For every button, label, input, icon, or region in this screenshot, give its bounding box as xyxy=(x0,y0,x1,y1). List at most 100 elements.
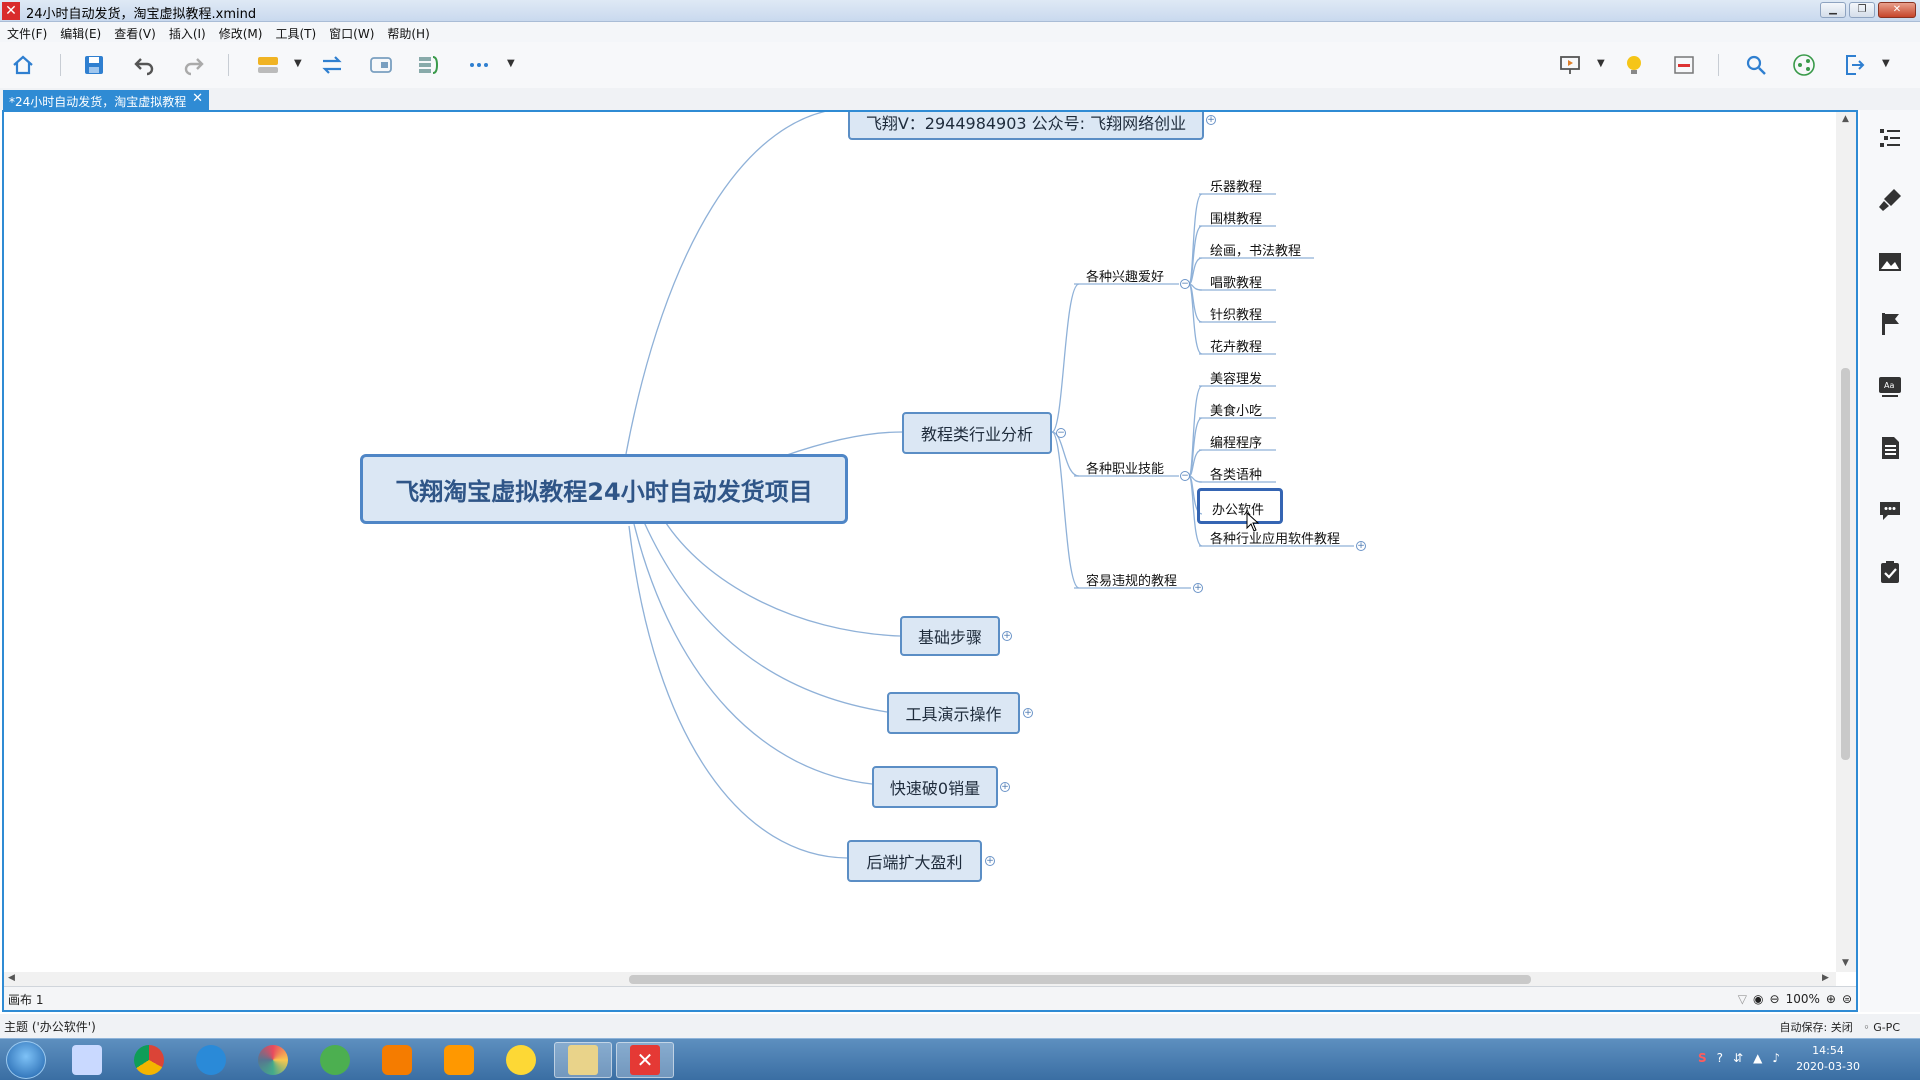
boundary-icon[interactable] xyxy=(367,52,395,78)
start-button[interactable] xyxy=(6,1041,46,1079)
sub-hobbies[interactable]: 各种兴趣爱好 xyxy=(1086,266,1164,285)
export-dropdown-icon[interactable]: ▼ xyxy=(1882,58,1890,69)
presentation-dropdown-icon[interactable]: ▼ xyxy=(1597,58,1605,69)
menu-modify[interactable]: 修改(M) xyxy=(212,22,269,42)
help-icon[interactable]: ? xyxy=(1717,1051,1723,1065)
leaf-skill[interactable]: 各种行业应用软件教程 xyxy=(1210,528,1340,547)
scroll-right-icon[interactable]: ▶ xyxy=(1822,973,1829,983)
input-method-icon[interactable]: S xyxy=(1698,1051,1707,1065)
taskbar-xmind[interactable]: ✕ xyxy=(616,1042,674,1078)
leaf-skill[interactable]: 美容理发 xyxy=(1210,368,1262,387)
home-icon[interactable] xyxy=(9,52,37,78)
undo-icon[interactable] xyxy=(130,52,158,78)
taskbar-app-bird[interactable] xyxy=(58,1042,116,1078)
redo-icon[interactable] xyxy=(180,52,208,78)
autosave-status[interactable]: 自动保存: 关闭 xyxy=(1780,1021,1853,1034)
summary-icon[interactable] xyxy=(414,52,442,78)
taskbar-explorer[interactable] xyxy=(554,1042,612,1078)
leaf-hobby[interactable]: 唱歌教程 xyxy=(1210,272,1262,291)
restore-button[interactable]: ❐ xyxy=(1849,2,1875,18)
central-topic[interactable]: 飞翔淘宝虚拟教程24小时自动发货项目 xyxy=(360,454,848,524)
leaf-skill[interactable]: 各类语种 xyxy=(1210,464,1262,483)
clock[interactable]: 14:54 2020-03-30 xyxy=(1796,1043,1860,1075)
zoom-out-icon[interactable]: ⊖ xyxy=(1770,992,1780,1006)
contact-topic[interactable]: 飞翔V：2944984903 公众号: 飞翔网络创业 xyxy=(848,112,1204,140)
branch-tool-demo[interactable]: 工具演示操作 xyxy=(887,692,1020,734)
menu-window[interactable]: 窗口(W) xyxy=(322,22,380,42)
close-tab-icon[interactable]: ✕ xyxy=(192,91,203,106)
presentation-icon[interactable] xyxy=(1556,52,1584,78)
taskbar-uc-app[interactable] xyxy=(368,1042,426,1078)
outline-icon[interactable] xyxy=(1876,124,1904,152)
tray-expand-icon[interactable]: ▲ xyxy=(1753,1051,1762,1065)
branch-zero-sales[interactable]: 快速破0销量 xyxy=(872,766,998,808)
menu-view[interactable]: 查看(V) xyxy=(107,22,162,42)
menu-help[interactable]: 帮助(H) xyxy=(380,22,435,42)
taskbar-yellow-app[interactable] xyxy=(492,1042,550,1078)
leaf-hobby[interactable]: 乐器教程 xyxy=(1210,176,1262,195)
taskbar-bird-app[interactable] xyxy=(430,1042,488,1078)
more-icon[interactable] xyxy=(465,52,493,78)
scroll-left-icon[interactable]: ◀ xyxy=(8,973,15,983)
expand-contact-icon[interactable]: + xyxy=(1206,115,1216,125)
volume-icon[interactable]: ♪ xyxy=(1772,1051,1780,1065)
topic-icon[interactable] xyxy=(254,52,282,78)
leaf-hobby[interactable]: 针织教程 xyxy=(1210,304,1262,323)
sub-violation[interactable]: 容易违规的教程 xyxy=(1086,570,1177,589)
zoom-level[interactable]: 100% xyxy=(1786,992,1820,1006)
leaf-skill[interactable]: 美食小吃 xyxy=(1210,400,1262,419)
export-icon[interactable] xyxy=(1840,52,1868,78)
gantt-icon[interactable] xyxy=(1670,52,1698,78)
expand-software-icon[interactable]: + xyxy=(1356,541,1366,551)
expand-profit-icon[interactable]: + xyxy=(985,856,995,866)
document-tab[interactable]: *24小时自动发货，淘宝虚拟教程 ✕ xyxy=(3,90,209,110)
collapse-skills-icon[interactable]: − xyxy=(1180,471,1190,481)
branch-industry-analysis[interactable]: 教程类行业分析 xyxy=(902,412,1052,454)
minimize-button[interactable]: ▁ xyxy=(1820,2,1846,18)
marker-flag-icon[interactable] xyxy=(1876,310,1904,338)
topic-dropdown-icon[interactable]: ▼ xyxy=(294,58,302,69)
branch-basic-steps[interactable]: 基础步骤 xyxy=(900,616,1000,656)
leaf-hobby[interactable]: 绘画，书法教程 xyxy=(1210,240,1301,259)
expand-violation-icon[interactable]: + xyxy=(1193,583,1203,593)
task-icon[interactable] xyxy=(1876,558,1904,586)
menu-edit[interactable]: 编辑(E) xyxy=(53,22,107,42)
save-icon[interactable] xyxy=(80,52,108,78)
sheet-tab[interactable]: 画布 1 xyxy=(8,991,43,1008)
sticker-icon[interactable]: Aa xyxy=(1876,372,1904,400)
notes-icon[interactable] xyxy=(1876,434,1904,462)
expand-basic-icon[interactable]: + xyxy=(1002,631,1012,641)
zoom-in-icon[interactable]: ⊕ xyxy=(1826,992,1836,1006)
filter-icon[interactable]: ▽ xyxy=(1738,992,1747,1006)
collapse-analysis-icon[interactable]: − xyxy=(1056,428,1066,438)
expand-zero-sales-icon[interactable]: + xyxy=(1000,782,1010,792)
taskbar-color-app[interactable] xyxy=(244,1042,302,1078)
menu-tools[interactable]: 工具(T) xyxy=(268,22,322,42)
leaf-skill[interactable]: 编程程序 xyxy=(1210,432,1262,451)
zoom-fit-icon[interactable]: ⊜ xyxy=(1842,992,1852,1006)
menu-file[interactable]: 文件(F) xyxy=(0,22,53,42)
expand-tools-icon[interactable]: + xyxy=(1023,708,1033,718)
format-brush-icon[interactable] xyxy=(1876,186,1904,214)
more-dropdown-icon[interactable]: ▼ xyxy=(507,58,515,69)
branch-profit[interactable]: 后端扩大盈利 xyxy=(847,840,982,882)
search-icon[interactable] xyxy=(1742,52,1770,78)
horizontal-scrollbar[interactable]: ◀ ▶ xyxy=(4,972,1836,986)
taskbar-edge[interactable] xyxy=(182,1042,240,1078)
leaf-hobby[interactable]: 围棋教程 xyxy=(1210,208,1262,227)
eye-icon[interactable]: ◉ xyxy=(1753,992,1763,1006)
close-window-button[interactable]: ✕ xyxy=(1878,2,1916,18)
idea-bulb-icon[interactable] xyxy=(1620,52,1648,78)
share-icon[interactable] xyxy=(1790,52,1818,78)
mind-map-canvas[interactable]: 飞翔V：2944984903 公众号: 飞翔网络创业 + 飞翔淘宝虚拟教程24小… xyxy=(4,112,1836,972)
taskbar-green-app[interactable] xyxy=(306,1042,364,1078)
vertical-scroll-thumb[interactable] xyxy=(1841,368,1850,760)
taskbar-chrome[interactable] xyxy=(120,1042,178,1078)
scroll-up-icon[interactable]: ▲ xyxy=(1842,114,1849,124)
vertical-scrollbar[interactable]: ▲ ▼ xyxy=(1836,112,1856,972)
comments-icon[interactable] xyxy=(1876,496,1904,524)
leaf-skill-selected[interactable]: 办公软件 xyxy=(1197,488,1283,524)
menu-insert[interactable]: 插入(I) xyxy=(162,22,212,42)
sub-skills[interactable]: 各种职业技能 xyxy=(1086,458,1164,477)
leaf-hobby[interactable]: 花卉教程 xyxy=(1210,336,1262,355)
